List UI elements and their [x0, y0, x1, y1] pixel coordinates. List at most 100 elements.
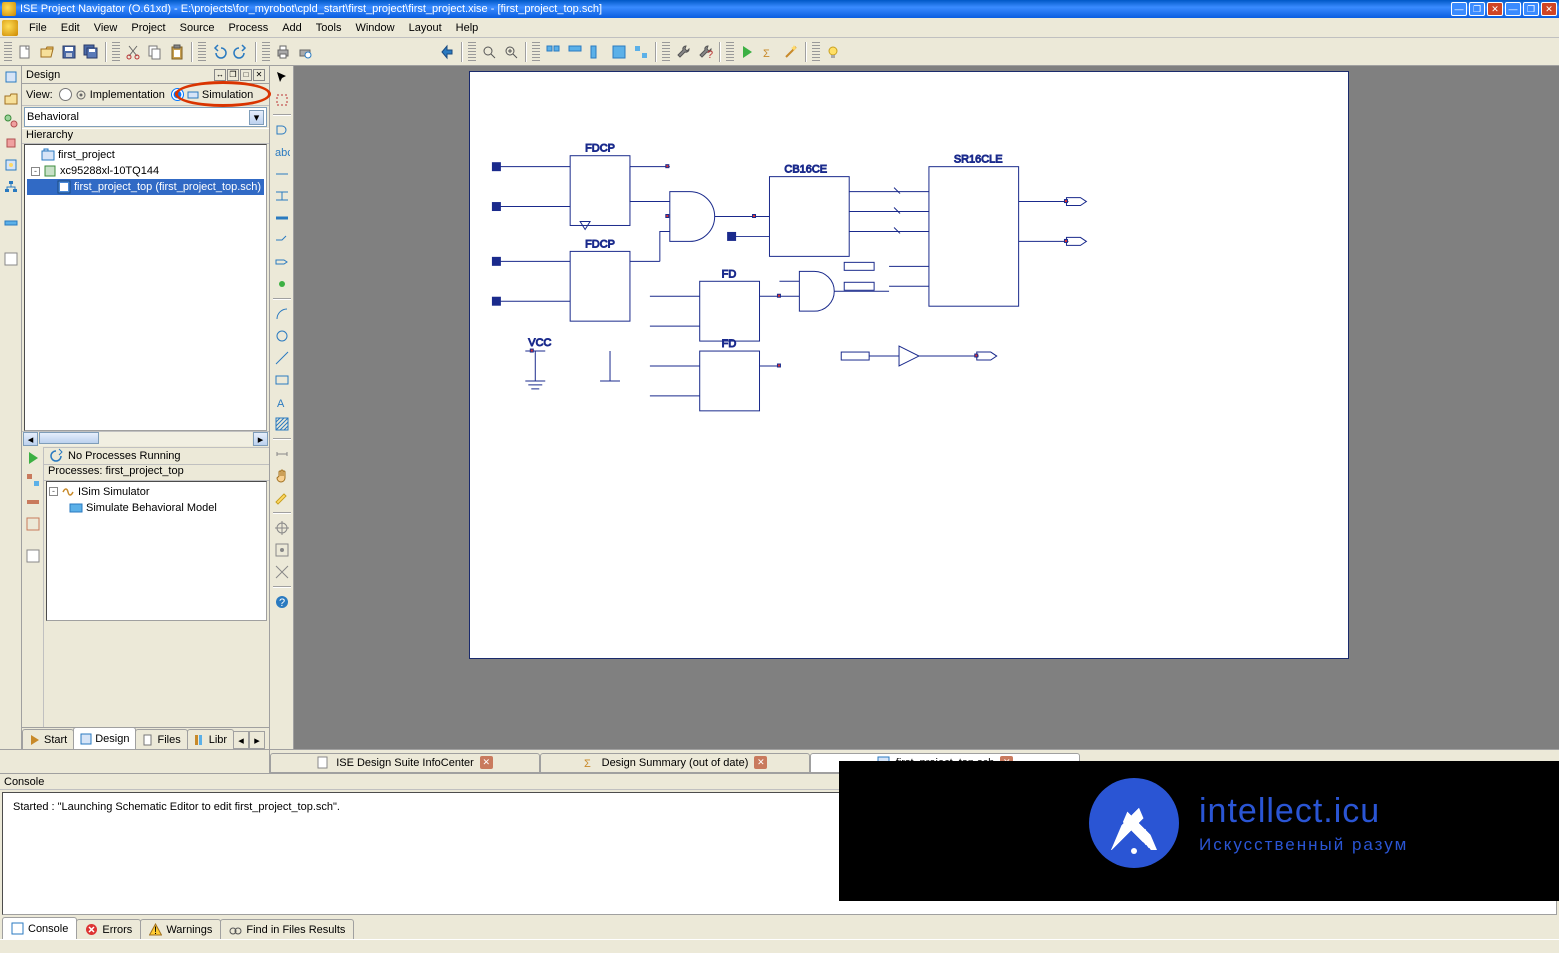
go-button[interactable]: [436, 41, 458, 63]
folder-icon[interactable]: [2, 90, 20, 108]
tool-e-button[interactable]: [630, 41, 652, 63]
config-icon[interactable]: [2, 112, 20, 130]
hatch-tool[interactable]: [272, 414, 292, 434]
port-tool[interactable]: [272, 252, 292, 272]
dim-tool[interactable]: [272, 444, 292, 464]
menu-help[interactable]: Help: [449, 20, 486, 36]
bus-tool[interactable]: [272, 208, 292, 228]
snap-a-tool[interactable]: [272, 518, 292, 538]
redo-button[interactable]: [230, 41, 252, 63]
proc-child-row[interactable]: Simulate Behavioral Model: [49, 500, 264, 516]
panel-max-icon[interactable]: □: [240, 69, 252, 81]
grip-icon[interactable]: [262, 42, 270, 62]
undo-button[interactable]: [208, 41, 230, 63]
tab-start[interactable]: Start: [22, 729, 74, 749]
tree-device-row[interactable]: - xc95288xl-10TQ144: [27, 163, 264, 179]
tab-infocenter[interactable]: ISE Design Suite InfoCenter ✕: [270, 753, 540, 773]
wrench-q-button[interactable]: ?: [694, 41, 716, 63]
tool-d-button[interactable]: [608, 41, 630, 63]
proc-d-icon[interactable]: [24, 547, 42, 565]
snap-c-tool[interactable]: [272, 562, 292, 582]
chip-icon[interactable]: [2, 134, 20, 152]
paste-button[interactable]: [166, 41, 188, 63]
ctab-console[interactable]: Console: [2, 917, 77, 939]
behavioral-combo[interactable]: Behavioral ▾: [24, 107, 267, 127]
layers-icon[interactable]: [2, 214, 20, 232]
sigma-button[interactable]: Σ: [758, 41, 780, 63]
wire-tool[interactable]: [272, 164, 292, 184]
select-tool[interactable]: [272, 90, 292, 110]
tab-close-icon[interactable]: ✕: [754, 756, 767, 769]
grip-icon[interactable]: [4, 42, 12, 62]
doc-restore-button[interactable]: ❐: [1523, 2, 1539, 16]
module-icon[interactable]: [2, 68, 20, 86]
hierarchy-tree[interactable]: first_project - xc95288xl-10TQ144 first_…: [24, 144, 267, 431]
zoom-button[interactable]: [478, 41, 500, 63]
text-tool[interactable]: A: [272, 392, 292, 412]
copy-button[interactable]: [144, 41, 166, 63]
close-button[interactable]: ✕: [1487, 2, 1503, 16]
tool-a-button[interactable]: [542, 41, 564, 63]
menu-tools[interactable]: Tools: [309, 20, 349, 36]
line-tool[interactable]: [272, 348, 292, 368]
scroll-thumb[interactable]: [39, 432, 99, 444]
tabs-scroll-right[interactable]: ▸: [249, 731, 265, 749]
tab-close-icon[interactable]: ✕: [480, 756, 493, 769]
processes-tree[interactable]: - ISim Simulator Simulate Behavioral Mod…: [46, 481, 267, 621]
tab-design[interactable]: Design: [73, 727, 136, 749]
scroll-left-icon[interactable]: ◂: [23, 432, 38, 446]
new-button[interactable]: [14, 41, 36, 63]
restore-button[interactable]: ❐: [1469, 2, 1485, 16]
menu-edit[interactable]: Edit: [54, 20, 87, 36]
panel-arrows-icon[interactable]: ↔: [214, 69, 226, 81]
doc-close-button[interactable]: ✕: [1541, 2, 1557, 16]
print-preview-button[interactable]: [294, 41, 316, 63]
simulation-radio[interactable]: [171, 88, 184, 101]
cut-button[interactable]: [122, 41, 144, 63]
proc-root-row[interactable]: - ISim Simulator: [49, 484, 264, 500]
gate-icon[interactable]: [2, 156, 20, 174]
circle-tool[interactable]: [272, 326, 292, 346]
menu-layout[interactable]: Layout: [402, 20, 449, 36]
ctab-find[interactable]: Find in Files Results: [220, 919, 354, 939]
grip-icon[interactable]: [468, 42, 476, 62]
proc-c-icon[interactable]: [24, 515, 42, 533]
grip-icon[interactable]: [112, 42, 120, 62]
snap-b-tool[interactable]: [272, 540, 292, 560]
doc-minimize-button[interactable]: —: [1505, 2, 1521, 16]
bulb-button[interactable]: [822, 41, 844, 63]
play-icon[interactable]: [24, 449, 42, 467]
panel-restore-icon[interactable]: ❐: [227, 69, 239, 81]
menu-file[interactable]: File: [22, 20, 54, 36]
tool-c-button[interactable]: [586, 41, 608, 63]
menu-source[interactable]: Source: [173, 20, 222, 36]
collapse-icon[interactable]: -: [49, 487, 58, 496]
grip-icon[interactable]: [532, 42, 540, 62]
wrench-button[interactable]: [672, 41, 694, 63]
net-tool[interactable]: [272, 186, 292, 206]
grip-icon[interactable]: [662, 42, 670, 62]
menu-view[interactable]: View: [87, 20, 125, 36]
grip-icon[interactable]: [198, 42, 206, 62]
tab-libraries[interactable]: Libr: [187, 729, 234, 749]
tool-b-button[interactable]: [564, 41, 586, 63]
hand-tool[interactable]: [272, 466, 292, 486]
help-tool[interactable]: ?: [272, 592, 292, 612]
proc-b-icon[interactable]: [24, 493, 42, 511]
menu-add[interactable]: Add: [275, 20, 309, 36]
tabs-scroll-left[interactable]: ◂: [233, 731, 249, 749]
tab-files[interactable]: Files: [135, 729, 187, 749]
junction-tool[interactable]: [272, 274, 292, 294]
saveall-button[interactable]: [80, 41, 102, 63]
menu-project[interactable]: Project: [124, 20, 172, 36]
zoom-in-button[interactable]: [500, 41, 522, 63]
panel-close-icon[interactable]: ✕: [253, 69, 265, 81]
run-button[interactable]: [736, 41, 758, 63]
marker-tool[interactable]: [272, 488, 292, 508]
magic-button[interactable]: [780, 41, 802, 63]
tree-hscroll[interactable]: ◂ ▸: [22, 431, 269, 447]
print-button[interactable]: [272, 41, 294, 63]
tap-tool[interactable]: [272, 230, 292, 250]
menu-process[interactable]: Process: [221, 20, 275, 36]
tree-top-row[interactable]: first_project_top (first_project_top.sch…: [27, 179, 264, 195]
